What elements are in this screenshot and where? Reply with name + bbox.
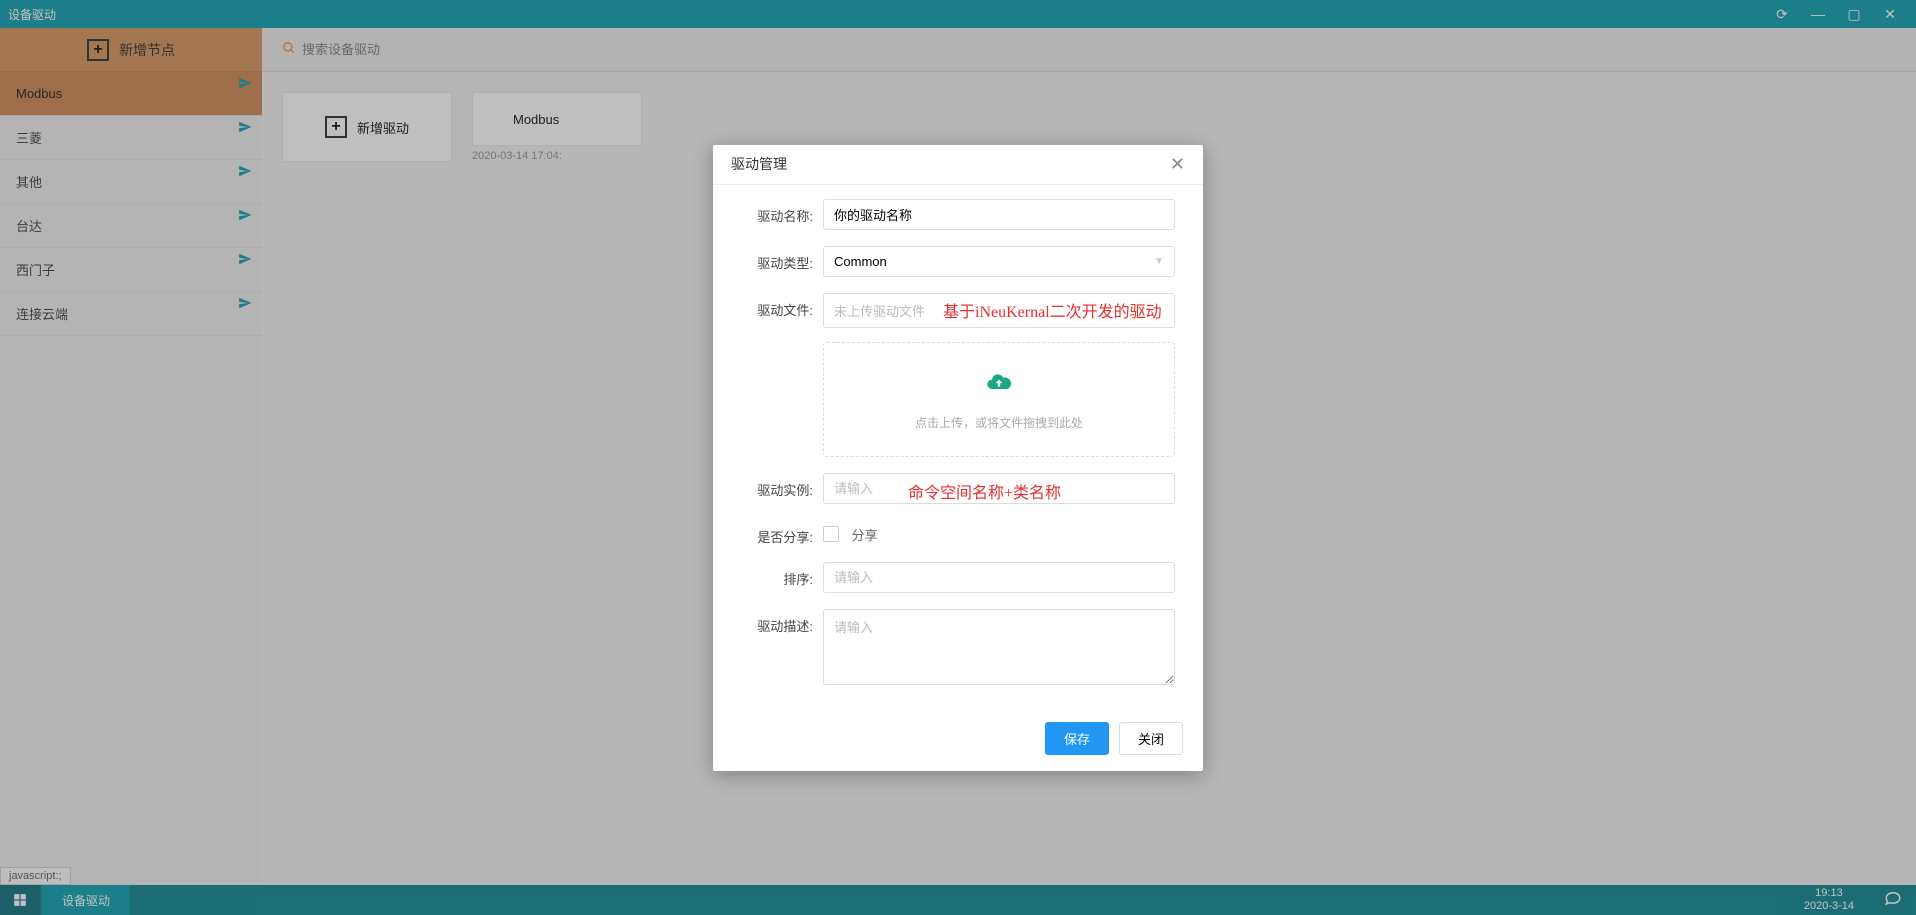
label-order: 排序: — [741, 562, 813, 588]
driver-type-value: Common — [834, 254, 887, 269]
label-driver-name: 驱动名称: — [741, 199, 813, 225]
modal-close-icon[interactable]: ✕ — [1170, 154, 1185, 175]
upload-hint: 点击上传，或将文件拖拽到此处 — [915, 414, 1083, 431]
upload-dropzone[interactable]: 点击上传，或将文件拖拽到此处 — [823, 342, 1175, 457]
close-button[interactable]: 关闭 — [1119, 722, 1183, 755]
driver-type-select[interactable]: Common ▼ — [823, 246, 1175, 277]
label-driver-instance: 驱动实例: — [741, 473, 813, 499]
driver-file-display: 未上传驱动文件 — [823, 293, 1175, 328]
label-desc: 驱动描述: — [741, 609, 813, 635]
modal-title: 驱动管理 — [731, 154, 787, 174]
driver-name-input[interactable] — [823, 199, 1175, 230]
order-input[interactable] — [823, 562, 1175, 593]
chevron-down-icon: ▼ — [1154, 256, 1164, 267]
label-driver-file: 驱动文件: — [741, 293, 813, 319]
label-driver-type: 驱动类型: — [741, 246, 813, 272]
label-share: 是否分享: — [741, 520, 813, 546]
share-checkbox[interactable] — [823, 526, 839, 542]
save-button[interactable]: 保存 — [1045, 722, 1109, 755]
driver-modal: 驱动管理 ✕ 驱动名称: 驱动类型: Common ▼ — [713, 145, 1203, 771]
modal-overlay: 驱动管理 ✕ 驱动名称: 驱动类型: Common ▼ — [0, 0, 1916, 915]
share-checkbox-label: 分享 — [851, 528, 877, 543]
cloud-upload-icon — [981, 368, 1017, 404]
driver-instance-input[interactable] — [823, 473, 1175, 504]
desc-textarea[interactable] — [823, 609, 1175, 685]
